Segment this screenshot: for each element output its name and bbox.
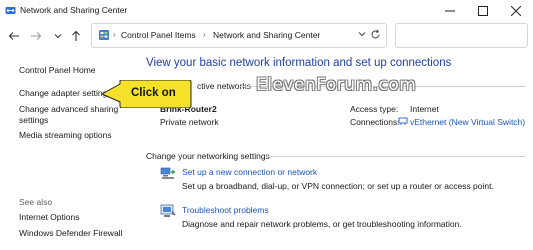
back-arrow-icon bbox=[8, 32, 19, 40]
sidebar-item-change-advanced-sharing-cont[interactable]: settings bbox=[19, 115, 48, 126]
search-input[interactable] bbox=[395, 23, 528, 48]
troubleshoot-link[interactable]: Troubleshoot problems bbox=[182, 205, 269, 215]
address-bar[interactable]: › Control Panel Items › Network and Shar… bbox=[91, 23, 387, 48]
access-type-value: Internet bbox=[410, 104, 439, 114]
change-settings-label: Change your networking settings bbox=[146, 151, 270, 161]
maximize-button[interactable] bbox=[467, 0, 499, 21]
section-divider bbox=[266, 156, 525, 157]
up-arrow-icon bbox=[72, 30, 80, 41]
breadcrumb-separator: › bbox=[113, 30, 116, 39]
recent-locations-button[interactable] bbox=[51, 30, 65, 42]
breadcrumb-control-panel-items[interactable]: Control Panel Items bbox=[121, 30, 196, 40]
maximize-icon bbox=[478, 5, 488, 16]
watermark: ElevenForum.com bbox=[256, 75, 417, 95]
sidebar-item-change-adapter-settings[interactable]: Change adapter settings bbox=[19, 88, 112, 99]
setup-connection-link[interactable]: Set up a new connection or network bbox=[182, 167, 317, 177]
sidebar-item-internet-options[interactable]: Internet Options bbox=[19, 212, 79, 223]
sidebar-item-media-streaming-options[interactable]: Media streaming options bbox=[19, 130, 112, 141]
see-also-heading: See also bbox=[19, 197, 53, 207]
chevron-down-icon bbox=[54, 34, 62, 39]
sidebar-item-windows-defender-firewall[interactable]: Windows Defender Firewall bbox=[19, 228, 122, 239]
breadcrumb-network-sharing-center[interactable]: Network and Sharing Center bbox=[213, 30, 320, 40]
close-button[interactable] bbox=[500, 0, 532, 21]
sidebar-item-control-panel-home[interactable]: Control Panel Home bbox=[19, 65, 96, 76]
connections-label: Connections: bbox=[350, 117, 400, 127]
window-title: Network and Sharing Center bbox=[20, 5, 128, 15]
troubleshoot-description: Diagnose and repair network problems, or… bbox=[182, 219, 462, 229]
title-bar: Network and Sharing Center bbox=[0, 0, 533, 21]
back-button[interactable] bbox=[7, 30, 21, 42]
connections-link[interactable]: vEthernet (New Virtual Switch) bbox=[410, 117, 525, 127]
close-icon bbox=[511, 5, 521, 16]
access-type-label: Access type: bbox=[350, 104, 399, 114]
minimize-icon bbox=[445, 10, 455, 11]
up-button[interactable] bbox=[69, 30, 83, 42]
ethernet-icon bbox=[398, 117, 408, 125]
forward-button[interactable] bbox=[29, 30, 43, 42]
troubleshoot-icon bbox=[160, 204, 176, 217]
network-type: Private network bbox=[160, 117, 219, 127]
address-dropdown-icon[interactable] bbox=[358, 31, 366, 37]
forward-arrow-icon bbox=[31, 32, 42, 40]
refresh-icon[interactable] bbox=[370, 29, 381, 40]
setup-connection-description: Set up a broadband, dial-up, or VPN conn… bbox=[182, 181, 494, 191]
callout-text: Click on bbox=[131, 87, 176, 99]
breadcrumb-separator: › bbox=[203, 30, 206, 39]
network-center-icon bbox=[5, 7, 16, 14]
page-title: View your basic network information and … bbox=[146, 57, 452, 69]
network-setup-icon bbox=[160, 167, 175, 179]
control-panel-icon bbox=[99, 30, 109, 40]
minimize-button[interactable] bbox=[434, 0, 466, 21]
